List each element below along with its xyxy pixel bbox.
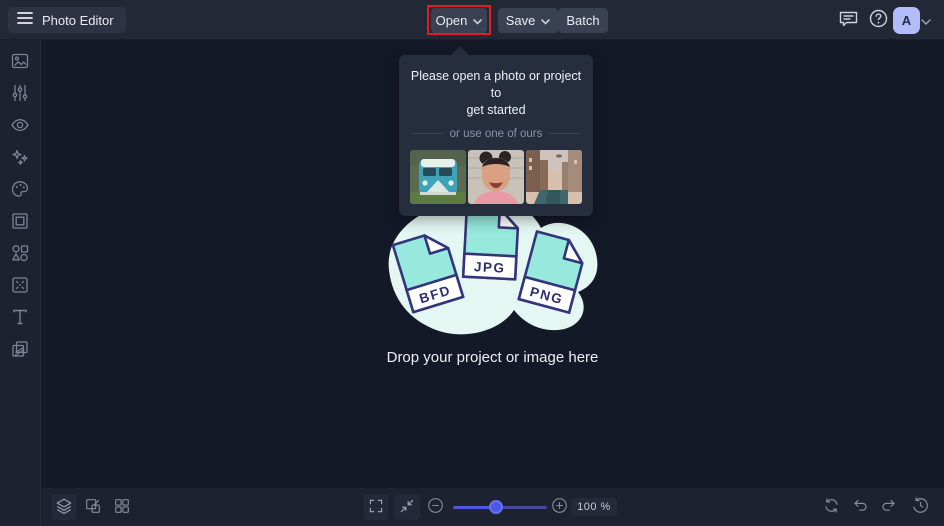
avatar-letter: A xyxy=(901,13,912,28)
undo-icon xyxy=(852,497,869,517)
bottombar: 100 % xyxy=(41,488,944,526)
palette-icon xyxy=(10,179,30,202)
account-menu-button[interactable] xyxy=(921,10,935,30)
canvas-area[interactable]: BFD JPG PNG Drop your project or image h… xyxy=(41,40,944,488)
chevron-down-icon xyxy=(473,13,483,28)
fullscreen-button[interactable] xyxy=(363,494,389,520)
zoom-percent-display[interactable]: 100 % xyxy=(571,498,617,516)
grid-icon xyxy=(113,497,131,518)
save-button-label: Save xyxy=(505,13,536,28)
popup-divider: or use one of ours xyxy=(412,127,581,140)
minus-circle-icon xyxy=(427,497,444,517)
main-menu-button[interactable]: Photo Editor xyxy=(8,7,126,33)
sample-photos-row xyxy=(410,149,582,204)
chevron-down-icon xyxy=(541,13,551,28)
fit-to-screen-button[interactable] xyxy=(394,494,420,520)
sidebar-item-touchup[interactable] xyxy=(10,116,30,136)
frame-icon xyxy=(10,211,30,234)
sidebar-item-adjust[interactable] xyxy=(10,84,30,104)
get-started-popup: Please open a photo or project to get st… xyxy=(399,46,593,216)
fit-screen-icon xyxy=(399,498,415,517)
layers-button[interactable] xyxy=(51,494,77,520)
drop-zone-hint: Drop your project or image here xyxy=(386,349,599,366)
topbar: Photo Editor Open Save Batch A xyxy=(0,0,944,40)
file-type-label: JPG xyxy=(474,259,506,276)
popup-title-line1: Please open a photo or project to xyxy=(410,69,582,100)
hamburger-icon xyxy=(17,11,33,30)
resize-icon xyxy=(84,497,102,518)
sidebar-item-effects[interactable] xyxy=(10,148,30,168)
sample-photo-portrait[interactable] xyxy=(468,149,524,204)
sidebar-item-frames[interactable] xyxy=(10,212,30,232)
shapes-icon xyxy=(10,243,30,266)
sidebar-item-overlays[interactable] xyxy=(10,276,30,296)
overlay-icon xyxy=(10,275,30,298)
batch-button-label: Batch xyxy=(566,13,600,28)
text-icon xyxy=(10,307,30,330)
tools-sidebar xyxy=(0,40,41,526)
help-button[interactable] xyxy=(866,8,890,32)
feedback-button[interactable] xyxy=(836,8,860,32)
redo-icon xyxy=(880,497,897,517)
sidebar-item-textures[interactable] xyxy=(10,340,30,360)
fullscreen-icon xyxy=(368,498,384,517)
zoom-slider-track-rest xyxy=(496,506,547,509)
avatar[interactable]: A xyxy=(893,7,920,34)
history-button[interactable] xyxy=(907,494,933,520)
sidebar-item-text[interactable] xyxy=(10,308,30,328)
sample-photo-van[interactable] xyxy=(410,149,466,204)
chevron-down-icon xyxy=(921,13,931,28)
popup-title-line2: get started xyxy=(466,102,526,117)
question-mark-icon xyxy=(869,9,888,31)
layers-icon xyxy=(55,497,73,518)
batch-button[interactable]: Batch xyxy=(558,8,608,33)
redo-button[interactable] xyxy=(875,494,901,520)
image-icon xyxy=(10,51,30,74)
zoom-out-button[interactable] xyxy=(422,494,448,520)
adjust-sliders-icon xyxy=(10,83,30,106)
grid-view-button[interactable] xyxy=(109,494,135,520)
sidebar-item-graphics[interactable] xyxy=(10,244,30,264)
sidebar-item-artsy[interactable] xyxy=(10,180,30,200)
zoom-slider-handle[interactable] xyxy=(489,500,504,514)
open-button-label: Open xyxy=(435,13,468,28)
zoom-slider[interactable] xyxy=(453,500,547,514)
zoom-in-button[interactable] xyxy=(546,494,572,520)
reset-button[interactable] xyxy=(818,494,844,520)
texture-icon xyxy=(10,339,30,362)
undo-button[interactable] xyxy=(847,494,873,520)
popup-caret xyxy=(450,46,470,66)
photo-editor-app: Photo Editor Open Save Batch A BFD JPG P… xyxy=(0,0,944,526)
chat-bubble-icon xyxy=(839,10,858,30)
sample-photo-canal[interactable] xyxy=(526,149,582,204)
divider-text: or use one of ours xyxy=(449,127,543,140)
plus-circle-icon xyxy=(551,497,568,517)
sidebar-item-edit[interactable] xyxy=(10,52,30,72)
eye-icon xyxy=(10,115,30,138)
reset-icon xyxy=(823,497,840,517)
history-clock-icon xyxy=(912,497,929,517)
open-button[interactable]: Open xyxy=(431,8,487,33)
divider-line xyxy=(412,133,443,135)
popup-title: Please open a photo or project to get st… xyxy=(410,68,582,119)
app-title: Photo Editor xyxy=(42,12,114,28)
resize-canvas-button[interactable] xyxy=(80,494,106,520)
divider-line xyxy=(549,133,581,135)
sparkles-icon xyxy=(10,147,30,170)
save-button[interactable]: Save xyxy=(498,8,558,33)
